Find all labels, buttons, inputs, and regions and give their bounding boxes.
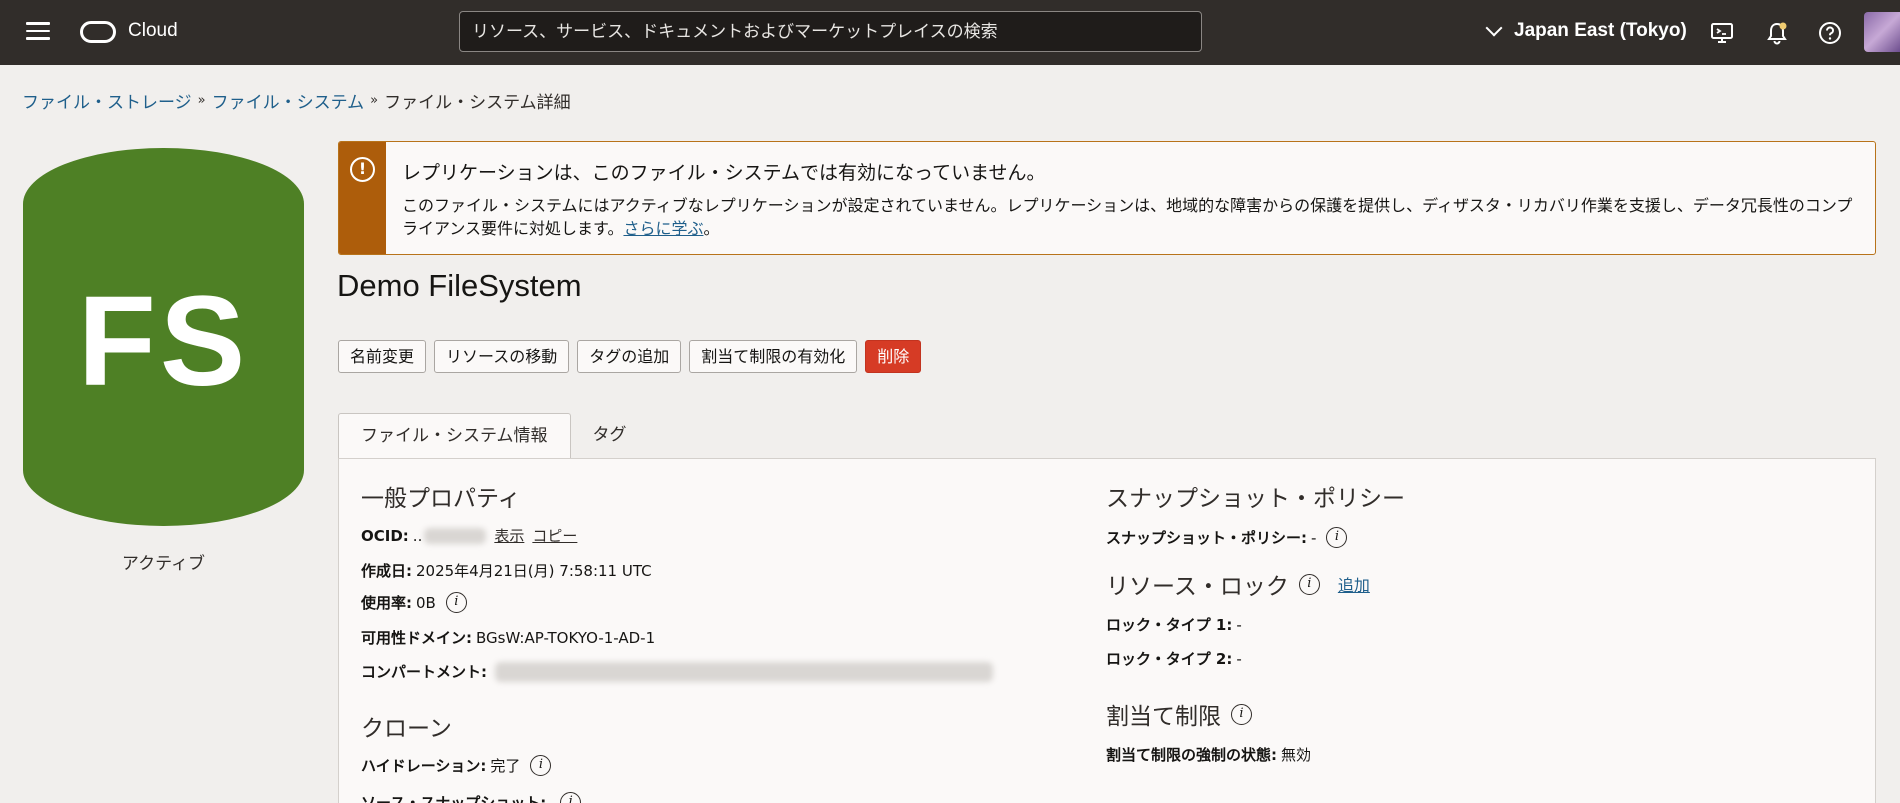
info-icon[interactable]: i xyxy=(445,592,467,613)
help-icon[interactable] xyxy=(1817,20,1843,46)
created-value: 2025年4月21日(月) 7:58:11 UTC xyxy=(416,562,652,580)
add-tags-button[interactable]: タグの追加 xyxy=(577,340,682,373)
alert-end: 。 xyxy=(703,219,720,238)
breadcrumb-file-storage[interactable]: ファイル・ストレージ xyxy=(22,88,192,113)
top-navigation-bar: Cloud リソース、サービス、ドキュメントおよびマーケットプレイスの検索 Ja… xyxy=(0,0,1900,65)
warning-icon: ! xyxy=(350,157,375,182)
info-icon[interactable]: i xyxy=(1298,573,1320,595)
compartment-value-redacted xyxy=(495,661,993,682)
lock-type2-label: ロック・タイプ 2: xyxy=(1106,650,1233,668)
snapshot-policy-value: - xyxy=(1311,528,1317,547)
add-lock-link[interactable]: 追加 xyxy=(1338,572,1370,596)
snapshot-policy-label: スナップショット・ポリシー: xyxy=(1106,529,1307,547)
info-icon[interactable]: i xyxy=(1231,703,1252,725)
lock-type1-value: - xyxy=(1236,615,1242,634)
region-selector[interactable]: Japan East (Tokyo) xyxy=(1485,19,1687,42)
chevron-down-icon xyxy=(1485,19,1503,37)
alert-body: このファイル・システムにはアクティブなレプリケーションが設定されていません。レプ… xyxy=(402,194,1862,240)
snapshot-policy-row: スナップショット・ポリシー: - i xyxy=(1106,527,1348,548)
info-icon[interactable]: i xyxy=(530,755,552,776)
quota-enforce-row: 割当て制限の強制の状態: 無効 xyxy=(1106,744,1311,765)
page-title: Demo FileSystem xyxy=(337,268,582,303)
lock-type2-value: - xyxy=(1236,649,1242,668)
action-toolbar: 名前変更 リソースの移動 タグの追加 割当て制限の有効化 削除 xyxy=(338,340,922,373)
info-icon[interactable]: i xyxy=(1326,527,1348,548)
availability-domain-label: 可用性ドメイン: xyxy=(361,629,472,647)
oracle-logo[interactable] xyxy=(80,21,116,43)
usage-row: 使用率: 0B i xyxy=(361,592,467,613)
compartment-row: コンパートメント: xyxy=(361,661,993,682)
ocid-prefix: .. xyxy=(412,526,423,545)
tab-file-system-info[interactable]: ファイル・システム情報 xyxy=(338,413,571,459)
breadcrumb-separator: » xyxy=(370,93,379,108)
breadcrumb-current: ファイル・システム詳細 xyxy=(384,93,571,113)
search-input[interactable]: リソース、サービス、ドキュメントおよびマーケットプレイスの検索 xyxy=(459,11,1202,52)
ocid-label: OCID: xyxy=(361,526,409,545)
resource-lock-heading: リソース・ロック xyxy=(1106,574,1289,600)
rename-button[interactable]: 名前変更 xyxy=(338,340,427,373)
notification-bell-icon[interactable] xyxy=(1764,20,1790,46)
ocid-show-link[interactable]: 表示 xyxy=(494,525,524,546)
created-row: 作成日: 2025年4月21日(月) 7:58:11 UTC xyxy=(361,560,652,581)
details-panel: 一般プロパティ OCID: .. 表示 コピー 作成日: 2025年4月21日(… xyxy=(338,458,1876,803)
delete-button[interactable]: 削除 xyxy=(865,340,922,373)
usage-value: 0B xyxy=(416,593,436,612)
user-avatar[interactable] xyxy=(1864,12,1900,52)
lock-type2-row: ロック・タイプ 2: - xyxy=(1106,648,1242,669)
compartment-label: コンパートメント: xyxy=(361,663,487,681)
hydration-row: ハイドレーション: 完了 i xyxy=(361,755,552,776)
tab-tags[interactable]: タグ xyxy=(571,413,649,459)
replication-warning-alert: ! レプリケーションは、このファイル・システムでは有効になっていません。 このフ… xyxy=(338,141,1876,255)
menu-icon[interactable] xyxy=(26,22,50,42)
hydration-label: ハイドレーション: xyxy=(361,757,487,775)
move-resource-button[interactable]: リソースの移動 xyxy=(434,340,570,373)
quota-enforce-value: 無効 xyxy=(1281,746,1312,764)
availability-domain-value: BGsW:AP-TOKYO-1-AD-1 xyxy=(476,628,656,647)
status-label: アクティブ xyxy=(121,554,206,574)
quota-heading: 割当て制限 xyxy=(1106,704,1221,730)
info-icon[interactable]: i xyxy=(560,792,582,803)
source-snapshot-row: ソース・スナップショット: i xyxy=(361,792,582,803)
breadcrumb-separator: » xyxy=(197,93,206,108)
enable-quota-button[interactable]: 割当て制限の有効化 xyxy=(689,340,858,373)
learn-more-link[interactable]: さらに学ぶ xyxy=(623,219,703,238)
hydration-value: 完了 xyxy=(490,757,521,775)
resource-lock-heading-row: リソース・ロック i 追加 xyxy=(1106,567,1370,601)
lock-type1-label: ロック・タイプ 1: xyxy=(1106,616,1233,634)
source-snapshot-label: ソース・スナップショット: xyxy=(361,794,547,803)
alert-title: レプリケーションは、このファイル・システムでは有効になっていません。 xyxy=(402,162,1046,184)
general-properties-heading: 一般プロパティ xyxy=(361,486,521,512)
breadcrumb-file-systems[interactable]: ファイル・システム xyxy=(212,88,365,113)
lock-type1-row: ロック・タイプ 1: - xyxy=(1106,614,1242,635)
snapshot-policy-heading: スナップショット・ポリシー xyxy=(1106,486,1405,512)
tab-bar: ファイル・システム情報 タグ xyxy=(338,413,649,459)
created-label: 作成日: xyxy=(361,562,412,580)
availability-domain-row: 可用性ドメイン: BGsW:AP-TOKYO-1-AD-1 xyxy=(361,627,655,648)
clone-heading: クローン xyxy=(361,716,452,742)
usage-label: 使用率: xyxy=(361,594,412,612)
quota-heading-row: 割当て制限 i xyxy=(1106,697,1252,731)
breadcrumb: ファイル・ストレージ » ファイル・システム » ファイル・システム詳細 xyxy=(22,88,571,113)
region-label: Japan East (Tokyo) xyxy=(1514,20,1687,41)
ocid-row: OCID: .. 表示 コピー xyxy=(361,525,577,546)
ocid-copy-link[interactable]: コピー xyxy=(532,525,577,546)
ocid-value-redacted xyxy=(424,527,487,544)
resource-badge-initials: FS xyxy=(77,270,250,413)
quota-enforce-label: 割当て制限の強制の状態: xyxy=(1106,746,1277,764)
cloud-shell-icon[interactable] xyxy=(1709,20,1735,46)
brand-name[interactable]: Cloud xyxy=(128,20,178,42)
alert-message: このファイル・システムにはアクティブなレプリケーションが設定されていません。レプ… xyxy=(402,196,1853,238)
